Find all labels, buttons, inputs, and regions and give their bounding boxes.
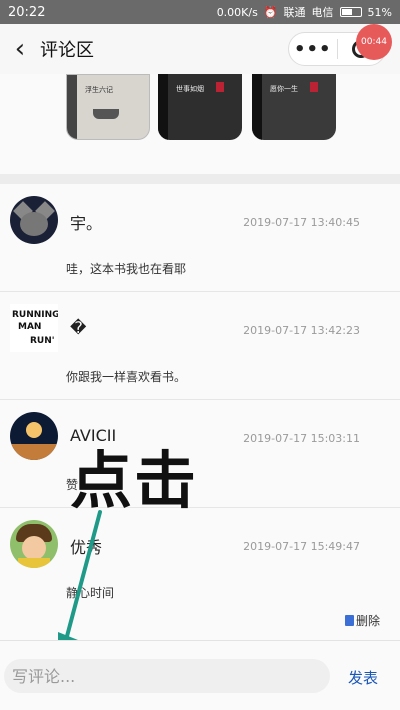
trash-icon — [344, 615, 354, 626]
book-spine — [158, 74, 168, 140]
delete-label: 删除 — [355, 614, 380, 628]
record-badge: 00:44 — [356, 24, 392, 60]
comment-text: 静心时间 — [66, 586, 115, 600]
comment-item: 宇。 2019-07-17 13:40:45 哇，这本书我也在看耶 — [0, 184, 400, 292]
book-title: 世事如烟 — [176, 85, 204, 93]
avatar-text: RUN' — [30, 336, 55, 346]
avatar[interactable] — [10, 412, 58, 460]
alarm-icon: ⏰ — [263, 5, 278, 19]
comment-time: 2019-07-17 15:49:47 — [243, 540, 360, 553]
nav-bar: ‹ 评论区 ••• 00:44 — [0, 24, 400, 74]
carrier-1: 联通 — [283, 6, 306, 19]
avatar-face — [22, 536, 46, 560]
comment-list: 宇。 2019-07-17 13:40:45 哇，这本书我也在看耶 RUNNIN… — [0, 184, 400, 640]
page-title: 评论区 — [40, 40, 94, 61]
comment-time: 2019-07-17 15:03:11 — [243, 432, 360, 445]
section-divider — [0, 174, 400, 184]
battery-icon — [339, 7, 362, 17]
comment-time: 2019-07-17 13:42:23 — [243, 324, 360, 337]
avatar-face — [20, 212, 48, 236]
status-bar: 20:22 0.00K/s ⏰ 联通 电信 51% — [0, 0, 400, 24]
book-gallery: 浮生六记 世事如烟 愿你一生 — [0, 74, 400, 174]
book-spine — [67, 75, 77, 139]
avatar[interactable]: RUNNING MAN RUN' — [10, 304, 58, 352]
boat-illustration — [93, 109, 119, 119]
book-title: 浮生六记 — [85, 86, 113, 94]
carrier-2: 电信 — [311, 6, 334, 19]
avatar-text: MAN — [18, 322, 42, 332]
more-icon[interactable]: ••• — [289, 39, 337, 60]
comment-user-name: � — [70, 318, 87, 337]
comment-text: 你跟我一样喜欢看书。 — [66, 370, 187, 384]
comment-item: AVICII 2019-07-17 15:03:11 赞 — [0, 400, 400, 508]
status-right: 0.00K/s ⏰ 联通 电信 51% — [217, 4, 392, 20]
comment-item: RUNNING MAN RUN' � 2019-07-17 13:42:23 你… — [0, 292, 400, 400]
book-cover[interactable]: 愿你一生 — [252, 74, 336, 140]
avatar-city — [10, 444, 58, 460]
comment-text: 哇，这本书我也在看耶 — [66, 262, 187, 276]
comment-input[interactable] — [4, 659, 330, 693]
comment-item: 优秀 2019-07-17 15:49:47 静心时间 — [0, 508, 400, 640]
delete-button[interactable]: 删除 — [344, 612, 380, 629]
avatar[interactable] — [10, 520, 58, 568]
red-seal — [310, 82, 318, 92]
tap-hint-overlay: 点击 — [70, 444, 199, 517]
comment-composer: 发表 — [0, 640, 400, 710]
comment-time: 2019-07-17 13:40:45 — [243, 216, 360, 229]
book-spine — [252, 74, 262, 140]
comment-user-name: 宇。 — [70, 214, 103, 233]
back-icon[interactable]: ‹ — [0, 24, 40, 74]
status-time: 20:22 — [8, 4, 46, 20]
battery-level: 51% — [367, 5, 392, 19]
avatar-text: RUNNING — [12, 310, 58, 320]
avatar-shirt — [18, 558, 50, 568]
avatar[interactable] — [10, 196, 58, 244]
book-cover[interactable]: 世事如烟 — [158, 74, 242, 140]
network-speed: 0.00K/s — [216, 5, 258, 19]
publish-button[interactable]: 发表 — [348, 667, 378, 688]
comment-user-name: 优秀 — [70, 538, 103, 557]
red-seal — [216, 82, 224, 92]
avatar-moon — [26, 422, 42, 438]
book-title: 愿你一生 — [270, 85, 298, 93]
book-cover[interactable]: 浮生六记 — [66, 74, 150, 140]
